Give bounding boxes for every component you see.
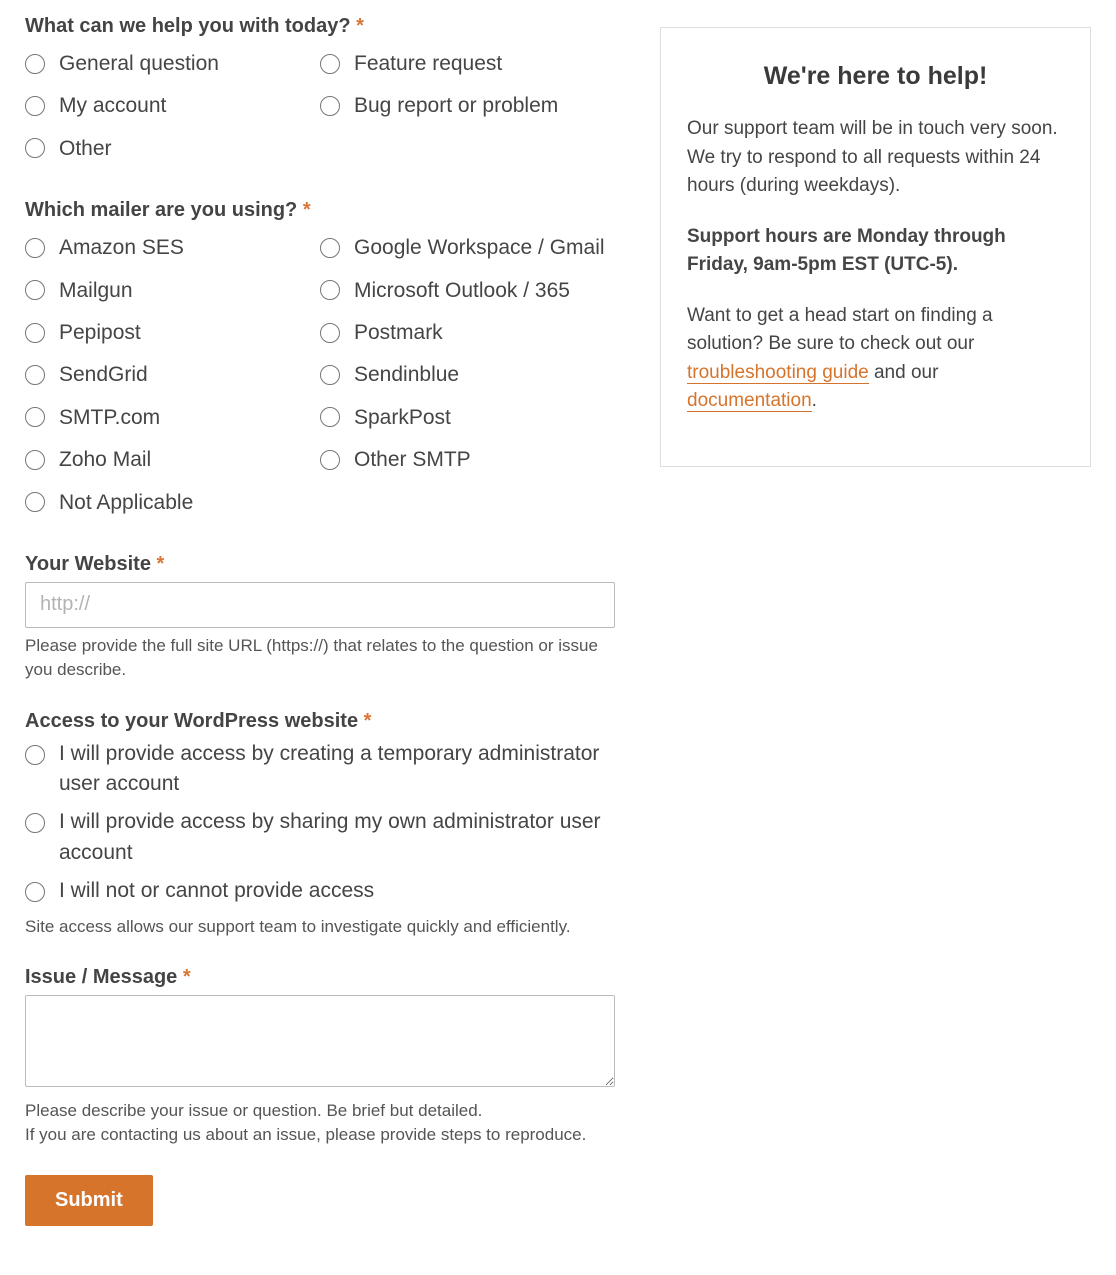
radio-access-none[interactable] bbox=[25, 882, 45, 902]
radio-label[interactable]: SparkPost bbox=[354, 403, 451, 432]
radio-option-other: Other bbox=[25, 134, 320, 163]
required-mark: * bbox=[157, 553, 165, 575]
radio-label[interactable]: General question bbox=[59, 49, 219, 78]
label-issue: Issue / Message * bbox=[25, 966, 615, 989]
radio-access-own-admin[interactable] bbox=[25, 813, 45, 833]
radio-microsoft-outlook[interactable] bbox=[320, 280, 340, 300]
radio-option-access-temp-admin: I will provide access by creating a temp… bbox=[25, 739, 615, 800]
label-website: Your Website * bbox=[25, 553, 615, 576]
info-box-paragraph-2: Support hours are Monday through Friday,… bbox=[687, 223, 1064, 280]
radio-sendgrid[interactable] bbox=[25, 365, 45, 385]
label-mailer: Which mailer are you using? * bbox=[25, 199, 615, 222]
radio-mailgun[interactable] bbox=[25, 280, 45, 300]
field-issue: Issue / Message * Please describe your i… bbox=[25, 966, 615, 1147]
info-box-title: We're here to help! bbox=[687, 62, 1064, 91]
radio-label[interactable]: Other bbox=[59, 134, 112, 163]
label-access: Access to your WordPress website * bbox=[25, 710, 615, 733]
radio-label[interactable]: My account bbox=[59, 91, 166, 120]
radio-option-general-question: General question bbox=[25, 49, 320, 78]
radio-label[interactable]: I will not or cannot provide access bbox=[59, 876, 374, 906]
field-access: Access to your WordPress website * I wil… bbox=[25, 710, 615, 939]
required-mark: * bbox=[364, 710, 372, 732]
link-troubleshooting-guide[interactable]: troubleshooting guide bbox=[687, 362, 869, 384]
radio-label[interactable]: Google Workspace / Gmail bbox=[354, 233, 605, 262]
radio-pepipost[interactable] bbox=[25, 323, 45, 343]
radio-option-feature-request: Feature request bbox=[320, 49, 615, 78]
access-help-text: Site access allows our support team to i… bbox=[25, 915, 615, 939]
label-help-topic: What can we help you with today? * bbox=[25, 15, 615, 38]
info-box-paragraph-3: Want to get a head start on finding a so… bbox=[687, 302, 1064, 416]
link-documentation[interactable]: documentation bbox=[687, 390, 812, 412]
radio-label[interactable]: Microsoft Outlook / 365 bbox=[354, 276, 570, 305]
issue-help-text: Please describe your issue or question. … bbox=[25, 1099, 615, 1147]
radio-label[interactable]: Not Applicable bbox=[59, 488, 193, 517]
radio-label[interactable]: Amazon SES bbox=[59, 233, 184, 262]
radio-option-postmark: Postmark bbox=[320, 318, 615, 347]
required-mark: * bbox=[183, 966, 191, 988]
radio-option-sparkpost: SparkPost bbox=[320, 403, 615, 432]
radio-feature-request[interactable] bbox=[320, 54, 340, 74]
radio-my-account[interactable] bbox=[25, 96, 45, 116]
website-input[interactable] bbox=[25, 582, 615, 628]
required-mark: * bbox=[303, 199, 311, 221]
radio-label[interactable]: I will provide access by creating a temp… bbox=[59, 739, 615, 800]
radio-option-not-applicable: Not Applicable bbox=[25, 488, 320, 517]
radio-label[interactable]: Postmark bbox=[354, 318, 443, 347]
radio-bug-report[interactable] bbox=[320, 96, 340, 116]
radio-smtp-com[interactable] bbox=[25, 407, 45, 427]
radio-general-question[interactable] bbox=[25, 54, 45, 74]
radio-option-amazon-ses: Amazon SES bbox=[25, 233, 320, 262]
radio-option-other-smtp: Other SMTP bbox=[320, 445, 615, 474]
radio-option-microsoft-outlook: Microsoft Outlook / 365 bbox=[320, 276, 615, 305]
info-box-paragraph-1: Our support team will be in touch very s… bbox=[687, 115, 1064, 201]
radio-label[interactable]: Feature request bbox=[354, 49, 502, 78]
radio-option-mailgun: Mailgun bbox=[25, 276, 320, 305]
radio-sparkpost[interactable] bbox=[320, 407, 340, 427]
radio-label[interactable]: Mailgun bbox=[59, 276, 133, 305]
radio-label[interactable]: Sendinblue bbox=[354, 360, 459, 389]
radio-label[interactable]: I will provide access by sharing my own … bbox=[59, 807, 615, 868]
info-box: We're here to help! Our support team wil… bbox=[660, 27, 1091, 467]
radio-sendinblue[interactable] bbox=[320, 365, 340, 385]
field-website: Your Website * Please provide the full s… bbox=[25, 553, 615, 682]
radio-option-access-none: I will not or cannot provide access bbox=[25, 876, 615, 906]
radio-other-smtp[interactable] bbox=[320, 450, 340, 470]
radio-option-sendinblue: Sendinblue bbox=[320, 360, 615, 389]
issue-textarea[interactable] bbox=[25, 995, 615, 1087]
radio-option-zoho-mail: Zoho Mail bbox=[25, 445, 320, 474]
radio-label[interactable]: Bug report or problem bbox=[354, 91, 558, 120]
website-help-text: Please provide the full site URL (https:… bbox=[25, 634, 615, 682]
radio-google-workspace[interactable] bbox=[320, 238, 340, 258]
field-help-topic: What can we help you with today? * Gener… bbox=[25, 15, 615, 171]
radio-postmark[interactable] bbox=[320, 323, 340, 343]
radio-zoho-mail[interactable] bbox=[25, 450, 45, 470]
radio-option-bug-report: Bug report or problem bbox=[320, 91, 615, 120]
radio-option-pepipost: Pepipost bbox=[25, 318, 320, 347]
radio-amazon-ses[interactable] bbox=[25, 238, 45, 258]
radio-access-temp-admin[interactable] bbox=[25, 745, 45, 765]
required-mark: * bbox=[356, 15, 364, 37]
radio-label[interactable]: Pepipost bbox=[59, 318, 141, 347]
radio-label[interactable]: SMTP.com bbox=[59, 403, 160, 432]
radio-other[interactable] bbox=[25, 138, 45, 158]
radio-option-smtp-com: SMTP.com bbox=[25, 403, 320, 432]
radio-label[interactable]: Other SMTP bbox=[354, 445, 471, 474]
field-mailer: Which mailer are you using? * Amazon SES… bbox=[25, 199, 615, 525]
submit-button[interactable]: Submit bbox=[25, 1175, 153, 1226]
radio-option-sendgrid: SendGrid bbox=[25, 360, 320, 389]
radio-option-my-account: My account bbox=[25, 91, 320, 120]
radio-option-access-own-admin: I will provide access by sharing my own … bbox=[25, 807, 615, 868]
radio-option-google-workspace: Google Workspace / Gmail bbox=[320, 233, 615, 262]
radio-not-applicable[interactable] bbox=[25, 492, 45, 512]
radio-label[interactable]: SendGrid bbox=[59, 360, 148, 389]
radio-label[interactable]: Zoho Mail bbox=[59, 445, 151, 474]
